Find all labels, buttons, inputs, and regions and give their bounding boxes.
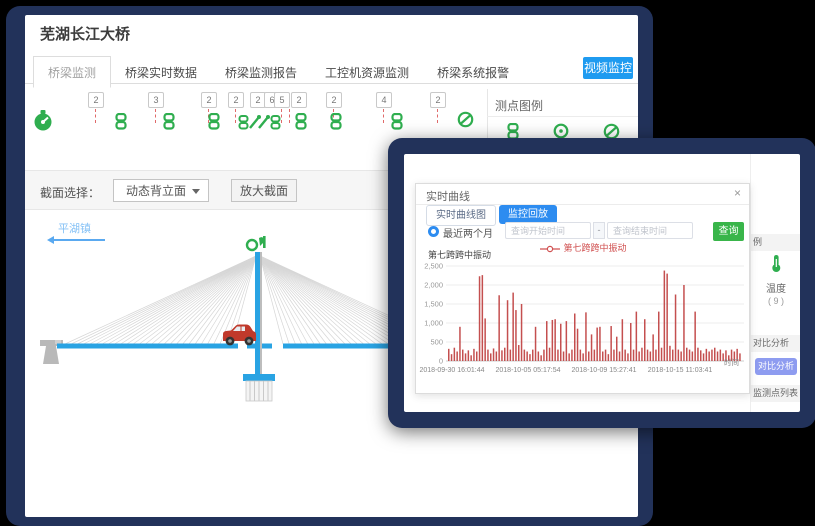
link-sensor-icon[interactable] — [163, 113, 175, 130]
sensor-dashed-line — [235, 109, 236, 123]
sidebar-temperature-item[interactable]: 温度 ( 9 ) — [751, 254, 800, 306]
link-sensor-icon[interactable] — [208, 113, 220, 130]
main-tab-4[interactable]: 桥梁系统报警 — [423, 57, 523, 87]
bridge-diagram — [25, 228, 390, 423]
query-button[interactable]: 查询 — [713, 222, 744, 241]
overlay-window: 例 温度 ( 9 ) 对比分析 对比分析 监测点列表 实时曲线 × 实时曲线图 … — [388, 138, 815, 428]
sidebar-legend-band: 例 — [751, 234, 800, 251]
svg-text:2018-09-30 16:01:44: 2018-09-30 16:01:44 — [420, 367, 485, 374]
legend-panel-title: 测点图例 — [495, 97, 543, 114]
svg-text:1,500: 1,500 — [424, 300, 443, 309]
sidebar-list-band: 监测点列表 — [751, 385, 800, 402]
temperature-count: ( 9 ) — [751, 296, 800, 306]
dropdown-arrow-icon — [192, 189, 200, 194]
legend-series-name: 第七跨跨中振动 — [563, 243, 626, 253]
tab-realtime-curve[interactable]: 实时曲线图 — [426, 205, 496, 226]
bridge-cables — [65, 256, 390, 344]
main-tab-3[interactable]: 工控机资源监测 — [311, 57, 423, 87]
temperature-label: 温度 — [751, 280, 800, 295]
sensor-dashed-line — [155, 109, 156, 123]
legend-marker-icon — [540, 245, 560, 253]
sensor-count-badge: 2 — [326, 92, 342, 108]
svg-text:0: 0 — [439, 357, 443, 366]
sensor-dashed-line — [95, 109, 96, 123]
video-monitor-button[interactable]: 视频监控 — [583, 57, 633, 79]
bridge-pylon-shadow — [260, 252, 262, 381]
bridge-pylon — [255, 252, 260, 381]
page-title: 芜湖长江大桥 — [40, 23, 130, 44]
svg-text:1,000: 1,000 — [424, 319, 443, 328]
sensor-count-badge: 2 — [201, 92, 217, 108]
modal-title: 实时曲线 — [426, 188, 470, 204]
close-icon[interactable]: × — [734, 186, 741, 200]
sensor-dashed-line — [281, 109, 282, 123]
thermometer-icon — [770, 254, 782, 273]
main-tab-1[interactable]: 桥梁实时数据 — [111, 57, 211, 87]
car-icon — [223, 325, 256, 346]
svg-text:2018-10-05 05:17:54: 2018-10-05 05:17:54 — [496, 367, 561, 374]
main-tab-0[interactable]: 桥梁监测 — [33, 56, 111, 88]
radio-last-two-months[interactable] — [428, 226, 439, 237]
sensor-count-badge: 2 — [88, 92, 104, 108]
link-sensor-icon[interactable] — [391, 113, 403, 130]
zoom-section-button[interactable]: 放大截面 — [231, 179, 297, 202]
bridge-foundation — [243, 374, 275, 401]
overlay-sidebar: 例 温度 ( 9 ) 对比分析 对比分析 监测点列表 — [750, 154, 800, 412]
svg-text:2018-10-09 15:27:41: 2018-10-09 15:27:41 — [572, 367, 637, 374]
legend-panel-underline — [487, 116, 638, 117]
section-select-label: 截面选择： — [40, 184, 100, 201]
clock-legend-icon — [553, 123, 569, 139]
main-tab-bar: 桥梁监测桥梁实时数据桥梁监测报告工控机资源监测桥梁系统报警 — [25, 55, 638, 84]
sensor-count-badge: 2 — [291, 92, 307, 108]
sensor-count-badge: 2 — [430, 92, 446, 108]
speedometer-sensor-icon[interactable] — [32, 109, 54, 133]
svg-text:2,500: 2,500 — [424, 262, 443, 271]
svg-text:时间: 时间 — [724, 357, 739, 367]
sensor-count-badge: 2 — [228, 92, 244, 108]
date-range-separator: - — [593, 222, 605, 239]
tilt-sensor-cluster-icon[interactable] — [238, 113, 282, 131]
sensor-count-badge: 4 — [376, 92, 392, 108]
main-tab-2[interactable]: 桥梁监测报告 — [211, 57, 311, 87]
svg-text:500: 500 — [430, 338, 443, 347]
sensor-count-badge: 5 — [274, 92, 290, 108]
link-sensor-icon[interactable] — [295, 113, 307, 130]
sensor-dashed-line — [289, 109, 290, 123]
link-sensor-icon[interactable] — [330, 113, 342, 130]
compare-analysis-button[interactable]: 对比分析 — [755, 358, 797, 375]
disabled-sensor-icon[interactable] — [457, 111, 474, 128]
radio-label: 最近两个月 — [443, 225, 493, 240]
section-select-dropdown[interactable]: 动态背立面 — [113, 179, 209, 202]
section-select-value: 动态背立面 — [126, 184, 186, 198]
sensor-dashed-line — [383, 109, 384, 123]
overlay-window-content: 例 温度 ( 9 ) 对比分析 对比分析 监测点列表 实时曲线 × 实时曲线图 … — [404, 154, 800, 412]
sensor-dashed-line — [437, 109, 438, 123]
pylon-sensor-icons[interactable] — [247, 236, 266, 250]
modal-header: 实时曲线 × — [416, 184, 749, 205]
realtime-curve-modal: 实时曲线 × 实时曲线图 监控回放 最近两个月 - 查询 第七跨跨中振动 第七跨… — [415, 183, 750, 394]
sensor-count-badge: 3 — [148, 92, 164, 108]
query-end-time-input[interactable] — [607, 222, 693, 239]
query-start-time-input[interactable] — [505, 222, 591, 239]
svg-text:2,000: 2,000 — [424, 281, 443, 290]
link-sensor-icon[interactable] — [115, 113, 127, 130]
bridge-deck — [57, 344, 390, 349]
sidebar-compare-band: 对比分析 — [751, 335, 800, 352]
vibration-chart: 0 500 1,000 1,500 2,000 2,500 2018-09-30 16:01… — [418, 258, 750, 380]
svg-text:2018-10-15 11:03:41: 2018-10-15 11:03:41 — [648, 367, 713, 374]
